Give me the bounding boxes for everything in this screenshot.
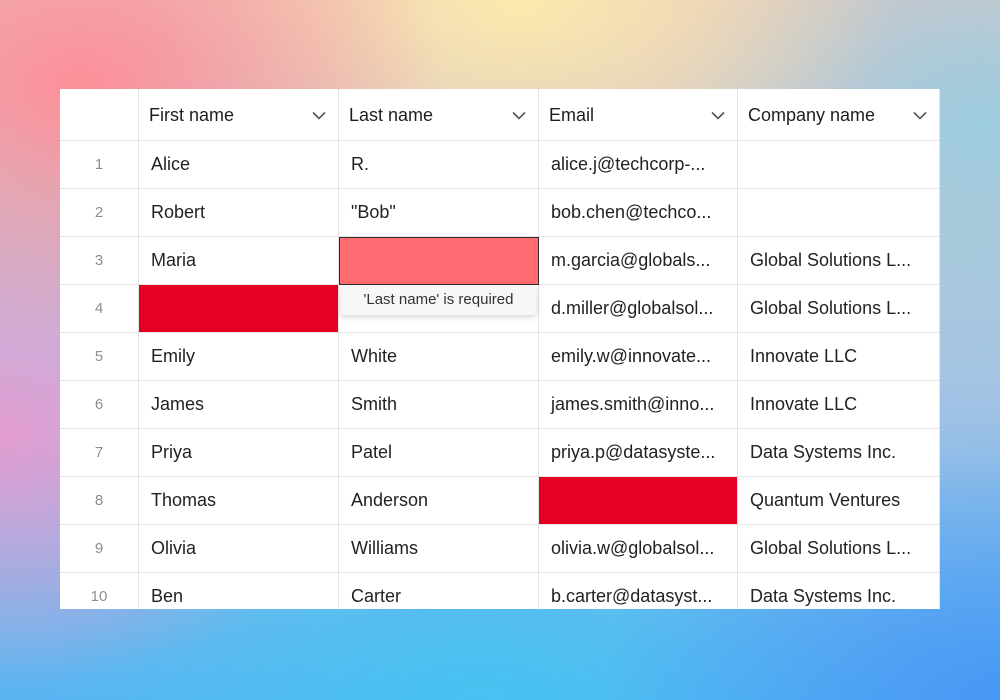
cell-email[interactable]: alice.j@techcorp-... <box>539 141 738 189</box>
cell-last-name[interactable]: Patel <box>339 429 539 477</box>
cell-company-name[interactable]: Data Systems Inc. <box>738 573 940 609</box>
cell-company-name[interactable]: Data Systems Inc. <box>738 429 940 477</box>
cell-email[interactable]: james.smith@inno... <box>539 381 738 429</box>
row-number: 2 <box>60 189 139 237</box>
cell-last-name[interactable]: R. <box>339 141 539 189</box>
cell-email[interactable]: priya.p@datasyste... <box>539 429 738 477</box>
cell-first-name[interactable]: Alice <box>139 141 339 189</box>
row-number: 3 <box>60 237 139 285</box>
cell-last-name-error-selected[interactable] <box>339 237 539 285</box>
chevron-down-icon[interactable] <box>711 89 725 140</box>
cell-company-name[interactable] <box>738 189 940 237</box>
column-header-label: Email <box>549 105 595 125</box>
column-header-company-name[interactable]: Company name <box>738 89 940 141</box>
chevron-down-icon[interactable] <box>913 89 927 140</box>
cell-first-name[interactable]: Olivia <box>139 525 339 573</box>
cell-email[interactable]: olivia.w@globalsol... <box>539 525 738 573</box>
cell-company-name[interactable]: Global Solutions L... <box>738 285 940 333</box>
row-number: 8 <box>60 477 139 525</box>
validation-tooltip: 'Last name' is required <box>341 285 536 315</box>
cell-email[interactable]: b.carter@datasyst... <box>539 573 738 609</box>
row-number: 10 <box>60 573 139 609</box>
column-header-label: First name <box>149 105 235 125</box>
cell-last-name[interactable]: Carter <box>339 573 539 609</box>
table-row: 6 James Smith james.smith@inno... Innova… <box>60 381 940 429</box>
cell-first-name[interactable]: Robert <box>139 189 339 237</box>
cell-first-name[interactable]: Ben <box>139 573 339 609</box>
row-number: 9 <box>60 525 139 573</box>
cell-first-name[interactable]: James <box>139 381 339 429</box>
cell-company-name[interactable]: Innovate LLC <box>738 381 940 429</box>
row-number: 5 <box>60 333 139 381</box>
cell-first-name[interactable]: Maria <box>139 237 339 285</box>
chevron-down-icon[interactable] <box>312 89 326 140</box>
cell-email[interactable]: m.garcia@globals... <box>539 237 738 285</box>
cell-company-name[interactable]: Quantum Ventures <box>738 477 940 525</box>
column-header-label: Last name <box>349 105 434 125</box>
table-row: 5 Emily White emily.w@innovate... Innova… <box>60 333 940 381</box>
cell-company-name[interactable]: Global Solutions L... <box>738 237 940 285</box>
cell-last-name[interactable]: Williams <box>339 525 539 573</box>
column-header-email[interactable]: Email <box>539 89 738 141</box>
row-number-header <box>60 89 139 141</box>
row-number: 7 <box>60 429 139 477</box>
data-grid: First name Last name Email Company name … <box>60 89 940 609</box>
chevron-down-icon[interactable] <box>512 89 526 140</box>
cell-email-error[interactable] <box>539 477 738 525</box>
cell-email[interactable]: d.miller@globalsol... <box>539 285 738 333</box>
row-number: 6 <box>60 381 139 429</box>
table-row: 2 Robert "Bob" bob.chen@techco... <box>60 189 940 237</box>
table-row: 7 Priya Patel priya.p@datasyste... Data … <box>60 429 940 477</box>
cell-first-name-error[interactable] <box>139 285 339 333</box>
table-row: 8 Thomas Anderson Quantum Ventures <box>60 477 940 525</box>
cell-first-name[interactable]: Thomas <box>139 477 339 525</box>
table-row: 3 Maria m.garcia@globals... Global Solut… <box>60 237 940 285</box>
table-row: 10 Ben Carter b.carter@datasyst... Data … <box>60 573 940 609</box>
column-header-last-name[interactable]: Last name <box>339 89 539 141</box>
cell-first-name[interactable]: Emily <box>139 333 339 381</box>
cell-email[interactable]: emily.w@innovate... <box>539 333 738 381</box>
cell-last-name[interactable]: Smith <box>339 381 539 429</box>
cell-last-name[interactable]: "Bob" <box>339 189 539 237</box>
table-row: 1 Alice R. alice.j@techcorp-... <box>60 141 940 189</box>
row-number: 4 <box>60 285 139 333</box>
cell-last-name[interactable]: White <box>339 333 539 381</box>
cell-company-name[interactable] <box>738 141 940 189</box>
cell-first-name[interactable]: Priya <box>139 429 339 477</box>
cell-email[interactable]: bob.chen@techco... <box>539 189 738 237</box>
header-row: First name Last name Email Company name <box>60 89 940 141</box>
table-row: 9 Olivia Williams olivia.w@globalsol... … <box>60 525 940 573</box>
cell-company-name[interactable]: Innovate LLC <box>738 333 940 381</box>
cell-last-name[interactable]: Anderson <box>339 477 539 525</box>
cell-company-name[interactable]: Global Solutions L... <box>738 525 940 573</box>
row-number: 1 <box>60 141 139 189</box>
column-header-label: Company name <box>748 105 876 125</box>
column-header-first-name[interactable]: First name <box>139 89 339 141</box>
